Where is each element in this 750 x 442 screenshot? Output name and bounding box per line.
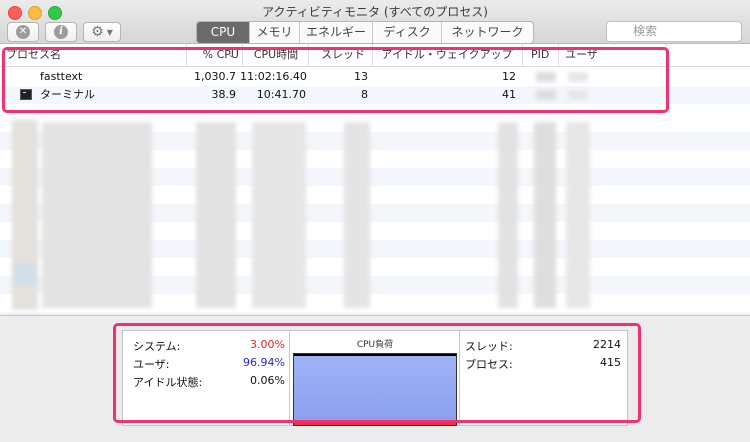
idle-value: 0.06%: [250, 374, 285, 387]
cpu-load-graph: [293, 353, 457, 426]
threads-value: 2214: [593, 338, 621, 351]
stop-x-icon: ✕: [16, 25, 30, 39]
cpu-system-line: [294, 423, 456, 425]
tab-cpu[interactable]: CPU: [197, 22, 249, 43]
user-label: ユーザ:: [133, 358, 170, 371]
redacted-user: [568, 72, 588, 82]
thread-count: 13: [354, 70, 368, 83]
table-row[interactable]: fasttext 1,030.7 11:02:16.40 13 12: [0, 68, 750, 86]
user-value: 96.94%: [243, 356, 285, 369]
processes-value: 415: [600, 356, 621, 369]
tab-energy[interactable]: エネルギー: [299, 22, 372, 43]
tab-disk[interactable]: ディスク: [372, 22, 441, 43]
process-name: ターミナル: [40, 88, 95, 101]
search-input[interactable]: 検索: [606, 21, 742, 42]
redacted-rows: [0, 114, 750, 314]
column-idle-wakeups[interactable]: アイドル・ウェイクアップ: [372, 44, 521, 66]
info-icon: i: [54, 25, 68, 39]
stop-process-button[interactable]: ✕: [7, 22, 39, 42]
window-title: アクティビティモニタ (すべてのプロセス): [262, 5, 488, 19]
column-filler: [666, 44, 750, 66]
cpu-time: 10:41.70: [256, 88, 306, 101]
threads-label: スレッド:: [465, 340, 513, 353]
cpu-load-title: CPU負荷: [356, 340, 394, 350]
table-row[interactable]: ターミナル 38.9 10:41.70 8 41: [0, 86, 750, 104]
gear-icon: ⚙: [91, 24, 104, 40]
tab-network[interactable]: ネットワーク: [441, 22, 533, 43]
tab-memory[interactable]: メモリ: [249, 22, 299, 43]
redacted-user: [568, 90, 588, 100]
idle-wakeups: 12: [502, 70, 516, 83]
column-user[interactable]: ユーザ: [558, 44, 645, 66]
terminal-icon: [20, 89, 32, 100]
cpu-percent: 38.9: [211, 88, 237, 101]
idle-wakeups: 41: [502, 88, 516, 101]
redacted-pid: [536, 90, 556, 100]
table-header: プロセス名 % CPU ⌄ CPU時間 スレッド アイドル・ウェイクアップ PI…: [0, 44, 750, 67]
column-cpu-time[interactable]: CPU時間: [242, 44, 309, 66]
cpu-time: 11:02:16.40: [240, 70, 307, 83]
idle-label: アイドル状態:: [133, 376, 203, 389]
action-menu-button[interactable]: ⚙ ▼: [83, 22, 121, 42]
cpu-load-fill: [294, 356, 456, 425]
system-value: 3.00%: [250, 338, 285, 351]
cpu-percent: 1,030.7: [194, 70, 236, 83]
system-label: システム:: [133, 340, 181, 353]
sort-chevron-icon: ⌄: [228, 50, 235, 59]
cpu-stats-panel: システム: 3.00% ユーザ: 96.94% アイドル状態: 0.06% CP…: [122, 330, 628, 426]
redacted-pid: [536, 72, 556, 82]
process-name: fasttext: [40, 70, 83, 83]
view-tabs: CPU メモリ エネルギー ディスク ネットワーク: [196, 21, 534, 44]
toolbar: アクティビティモニタ (すべてのプロセス) ✕ i ⚙ ▼ CPU メモリ エネ…: [0, 0, 750, 44]
column-process-name[interactable]: プロセス名: [6, 44, 186, 66]
process-table: プロセス名 % CPU ⌄ CPU時間 スレッド アイドル・ウェイクアップ PI…: [0, 44, 750, 314]
activity-monitor-window: アクティビティモニタ (すべてのプロセス) ✕ i ⚙ ▼ CPU メモリ エネ…: [0, 0, 750, 442]
divider: [289, 331, 290, 425]
thread-count: 8: [361, 88, 368, 101]
cpu-summary-footer: システム: 3.00% ユーザ: 96.94% アイドル状態: 0.06% CP…: [0, 315, 750, 442]
inspect-process-button[interactable]: i: [45, 22, 77, 42]
chevron-down-icon: ▼: [106, 27, 113, 37]
processes-label: プロセス:: [465, 358, 513, 371]
divider: [459, 331, 460, 425]
